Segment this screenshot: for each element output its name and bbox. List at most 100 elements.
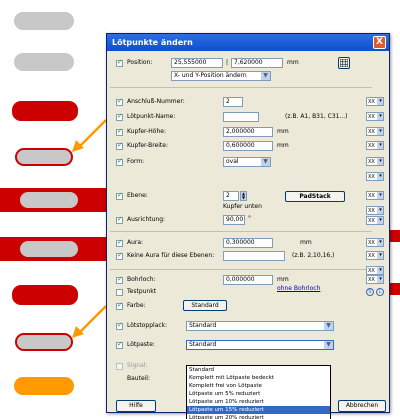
xx-selector[interactable]: XX ▾	[366, 191, 384, 200]
aura-unit: mm	[300, 239, 312, 246]
lotpunkt-name-hint: (z.B. A1, B31, C31...)	[285, 113, 348, 120]
ausrichtung-unit: °	[248, 215, 251, 222]
chevron-down-icon: ▾	[377, 276, 383, 283]
position-checkbox[interactable]	[116, 58, 123, 67]
kupfer-breite-checkbox[interactable]	[116, 141, 123, 150]
loetstopplack-checkbox[interactable]	[116, 321, 123, 330]
position-x-field[interactable]: 25,555000	[171, 58, 223, 68]
cancel-button[interactable]: Abbrechen	[338, 400, 386, 412]
pad-gray[interactable]	[20, 241, 78, 257]
position-mode-value: X- und Y-Position ändern	[174, 72, 247, 79]
chevron-down-icon: ▾	[377, 113, 383, 120]
xx-selector[interactable]: XX ▾	[366, 97, 384, 106]
divider	[110, 269, 372, 270]
divider	[110, 87, 372, 88]
bauteil-label: Bauteil:	[127, 375, 150, 382]
xx-label: XX	[368, 277, 375, 283]
pad-red[interactable]	[12, 101, 78, 121]
loetpaste-select[interactable]: Standard ▼	[186, 340, 334, 350]
dropdown-option[interactable]: Lötpaste um 5% reduziert	[187, 390, 330, 398]
position-y-field[interactable]: 7,620000	[231, 58, 283, 68]
kupfer-hoehe-checkbox[interactable]	[116, 127, 123, 136]
loetpaste-checkbox[interactable]	[116, 340, 123, 349]
pad-gray[interactable]	[20, 192, 78, 208]
kupfer-hoehe-field[interactable]: 2,000000	[223, 127, 273, 137]
form-checkbox[interactable]	[116, 157, 123, 166]
keine-aura-label: Keine Aura für diese Ebenen:	[127, 252, 215, 259]
l-button[interactable]: L	[376, 288, 384, 296]
grid-icon	[339, 58, 349, 68]
xx-selector[interactable]: XX ▾	[366, 112, 384, 121]
farbe-checkbox[interactable]	[116, 301, 123, 310]
bohrloch-unit: mm	[277, 276, 289, 283]
ebene-spinner[interactable]: ▲ ▼	[240, 191, 247, 201]
aura-field[interactable]: 0,300000	[223, 238, 273, 248]
aura-checkbox[interactable]	[116, 238, 123, 247]
lotpunkte-dialog: Lötpunkte ändern X Position: 25,555000 |…	[106, 33, 391, 419]
keine-aura-field[interactable]	[223, 251, 285, 261]
lotpunkt-name-checkbox[interactable]	[116, 112, 123, 121]
testpunkt-checkbox[interactable]	[116, 289, 123, 296]
loetpaste-label: Lötpaste:	[127, 341, 155, 348]
chevron-down-icon: ▾	[377, 158, 383, 165]
dropdown-option[interactable]: Komplett mit Lötpaste bedeckt	[187, 374, 330, 382]
bohrloch-field[interactable]: 0,000000	[223, 275, 273, 285]
xx-selector[interactable]: XX ▾	[366, 127, 384, 136]
help-button[interactable]: Hilfe	[116, 400, 156, 412]
grid-button[interactable]	[338, 57, 350, 69]
xx-selector[interactable]: XX ▾	[366, 216, 384, 225]
testpunkt-label: Testpunkt	[127, 288, 157, 295]
xx-label: XX	[368, 193, 375, 199]
xx-selector[interactable]: XX ▾	[366, 275, 384, 284]
padstack-button[interactable]: PadStack	[285, 191, 345, 202]
pad-selected[interactable]	[15, 333, 73, 351]
position-unit: mm	[287, 59, 299, 66]
ebene-checkbox[interactable]	[116, 191, 123, 200]
position-mode-select[interactable]: X- und Y-Position ändern ▼	[171, 71, 271, 81]
ausrichtung-field[interactable]: 90,00	[223, 215, 245, 225]
xx-selector[interactable]: XX ▾	[366, 141, 384, 150]
farbe-button[interactable]: Standard	[183, 300, 227, 311]
xx-selector[interactable]: XX ▾	[366, 172, 384, 181]
xx-selector[interactable]: XX ▾	[366, 206, 384, 215]
bohrloch-checkbox[interactable]	[116, 275, 123, 284]
xx-selector[interactable]: XX ▾	[366, 266, 384, 275]
dropdown-option[interactable]: Lötpaste um 15% reduziert	[187, 406, 330, 414]
kupfer-breite-field[interactable]: 0,600000	[223, 141, 273, 151]
xx-selector[interactable]: XX ▾	[366, 238, 384, 247]
xx-selector[interactable]: XX ▾	[366, 157, 384, 166]
pad-gray[interactable]	[14, 53, 74, 71]
xx-label: XX	[368, 268, 375, 274]
xx-label: XX	[368, 159, 375, 165]
pad-orange[interactable]	[14, 377, 74, 395]
lotpunkt-name-field[interactable]	[223, 112, 259, 122]
loetstopplack-select[interactable]: Standard ▼	[186, 321, 334, 331]
ebene-field[interactable]: 2	[223, 191, 239, 201]
dropdown-option[interactable]: Komplett frei von Lötpaste	[187, 382, 330, 390]
ausrichtung-checkbox[interactable]	[116, 215, 123, 224]
pointer-arrow	[72, 119, 107, 152]
dialog-body: Position: 25,555000 | 7,620000 mm X- und…	[107, 51, 391, 419]
s-button[interactable]: S	[366, 288, 374, 296]
close-button[interactable]: X	[373, 36, 386, 49]
pointer-arrow	[72, 305, 107, 338]
ohne-bohrloch-link[interactable]: ohne Bohrloch	[277, 285, 320, 292]
position-label: Position:	[127, 59, 153, 66]
form-select[interactable]: oval ▼	[223, 157, 271, 167]
pad-gray[interactable]	[14, 12, 74, 30]
pcb-trace	[390, 283, 400, 295]
signal-checkbox[interactable]	[116, 363, 123, 370]
dialog-title: Lötpunkte ändern	[112, 38, 193, 47]
chevron-down-icon: ▾	[377, 267, 383, 274]
pad-selected[interactable]	[15, 148, 73, 166]
dropdown-option[interactable]: Lötpaste um 20% reduziert	[187, 414, 330, 419]
keine-aura-checkbox[interactable]	[116, 251, 123, 260]
xx-selector[interactable]: XX ▾	[366, 251, 384, 260]
dropdown-option[interactable]: Standard	[187, 366, 330, 374]
pad-red[interactable]	[12, 285, 78, 305]
ebene-sublabel: Kupfer unten	[223, 203, 262, 210]
anschluss-checkbox[interactable]	[116, 97, 123, 106]
dropdown-option[interactable]: Lötpaste um 10% reduziert	[187, 398, 330, 406]
anschluss-field[interactable]: 2	[223, 97, 243, 107]
form-label: Form:	[127, 158, 145, 165]
